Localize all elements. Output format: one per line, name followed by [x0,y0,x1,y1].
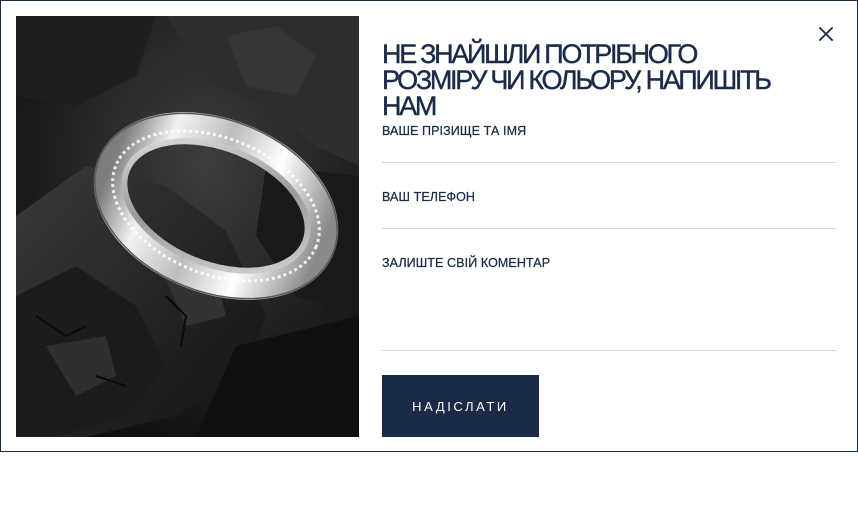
name-input[interactable] [382,138,836,163]
comment-textarea[interactable] [382,270,836,351]
phone-input[interactable] [382,204,836,229]
comment-label: ЗАЛИШТЕ СВІЙ КОМЕНТАР [382,256,551,270]
comment-field: ЗАЛИШТЕ СВІЙ КОМЕНТАР [382,256,836,351]
submit-button[interactable]: НАДІСЛАТИ [382,375,539,437]
name-field: ВАШЕ ПРІЗИЩЕ ТА ІМЯ [382,124,836,163]
close-button[interactable] [813,21,839,47]
phone-field: ВАШ ТЕЛЕФОН [382,190,836,229]
close-icon [818,26,834,42]
form-title: НЕ ЗНАЙШЛИ ПОТРІБНОГО РОЗМІРУ ЧИ КОЛЬОРУ… [382,39,772,121]
name-label: ВАШЕ ПРІЗИЩЕ ТА ІМЯ [382,124,527,138]
feedback-modal: НЕ ЗНАЙШЛИ ПОТРІБНОГО РОЗМІРУ ЧИ КОЛЬОРУ… [0,0,858,452]
phone-label: ВАШ ТЕЛЕФОН [382,190,476,204]
product-photo-ring [16,16,359,437]
